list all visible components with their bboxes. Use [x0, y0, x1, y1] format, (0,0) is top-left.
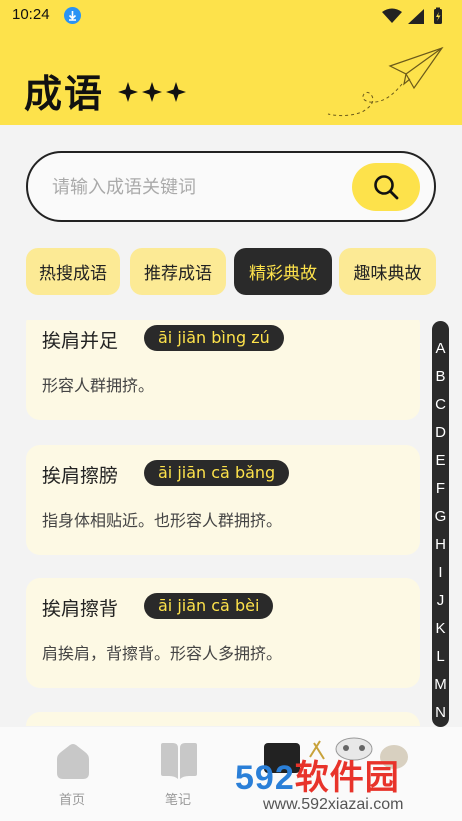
idiom-word: 挨肩擦背: [42, 598, 119, 620]
system-status-icons: [382, 7, 442, 24]
wifi-icon: [382, 8, 402, 23]
book-icon: [161, 743, 197, 779]
idiom-card[interactable]: 挨肩并足 āi jiān bìng zú 形容人群拥挤。: [26, 320, 420, 420]
index-letter-d[interactable]: D: [432, 424, 449, 441]
tab-hot-idioms[interactable]: 热搜成语: [26, 248, 120, 295]
page-title: 成语: [24, 72, 105, 116]
download-notification-icon: [64, 7, 81, 24]
nav-notes-label: 笔记: [164, 793, 191, 808]
nav-home[interactable]: 首页: [42, 741, 102, 811]
paper-plane-icon: [327, 46, 444, 117]
idiom-card[interactable]: [26, 712, 420, 726]
idiom-word: 挨肩擦膀: [42, 465, 119, 487]
nav-notes[interactable]: 笔记: [148, 741, 208, 811]
index-letter-i[interactable]: I: [432, 564, 449, 581]
tab-classic-stories[interactable]: 精彩典故: [234, 248, 332, 295]
idiom-list: 挨肩并足 āi jiān bìng zú 形容人群拥挤。 挨肩擦膀 āi jiā…: [26, 320, 420, 726]
status-time: 10:24: [12, 6, 50, 23]
index-letter-l[interactable]: L: [432, 648, 449, 665]
index-letter-b[interactable]: B: [432, 368, 449, 385]
home-icon: [57, 744, 89, 779]
index-letter-e[interactable]: E: [432, 452, 449, 469]
idiom-card[interactable]: 挨肩擦膀 āi jiān cā bǎng 指身体相贴近。也形容人群拥挤。: [26, 445, 420, 555]
index-letter-k[interactable]: K: [432, 620, 449, 637]
alphabet-index[interactable]: A B C D E F G H I J K L M N: [432, 321, 449, 727]
watermark-url: www.592xiazai.com: [263, 796, 404, 813]
header: 10:24 成语: [0, 0, 462, 125]
idiom-meaning: 指身体相贴近。也形容人群拥挤。: [42, 511, 283, 530]
tab-fun-stories[interactable]: 趣味典故: [339, 248, 436, 295]
nav-home-label: 首页: [58, 793, 85, 808]
index-letter-g[interactable]: G: [432, 508, 449, 525]
index-letter-m[interactable]: M: [432, 676, 449, 693]
search-input[interactable]: [52, 170, 342, 204]
signal-icon: [408, 9, 424, 24]
idiom-pinyin: āi jiān cā bèi: [144, 593, 274, 619]
status-bar: 10:24: [0, 0, 462, 30]
idiom-pinyin: āi jiān bìng zú: [144, 325, 284, 351]
index-letter-c[interactable]: C: [432, 396, 449, 413]
idiom-meaning: 形容人群拥挤。: [42, 376, 155, 395]
tab-recommended-idioms[interactable]: 推荐成语: [130, 248, 226, 295]
sparkle-icon: [118, 82, 186, 102]
index-letter-j[interactable]: J: [432, 592, 449, 609]
index-letter-a[interactable]: A: [432, 340, 449, 357]
idiom-meaning: 肩挨肩，背擦背。形容人多拥挤。: [42, 644, 283, 663]
search-button[interactable]: [352, 163, 420, 211]
index-letter-n[interactable]: N: [432, 704, 449, 721]
idiom-card[interactable]: 挨肩擦背 āi jiān cā bèi 肩挨肩，背擦背。形容人多拥挤。: [26, 578, 420, 688]
watermark-logo: 592软件园 www.592xiazai.com: [227, 750, 462, 821]
idiom-pinyin: āi jiān cā bǎng: [144, 460, 290, 486]
search-icon: [374, 175, 399, 200]
index-letter-h[interactable]: H: [432, 536, 449, 553]
index-letter-f[interactable]: F: [432, 480, 449, 497]
idiom-word: 挨肩并足: [42, 330, 119, 352]
watermark-name: 软件园: [294, 759, 400, 797]
watermark-digits: 592: [235, 759, 295, 797]
search-box: [26, 151, 436, 222]
